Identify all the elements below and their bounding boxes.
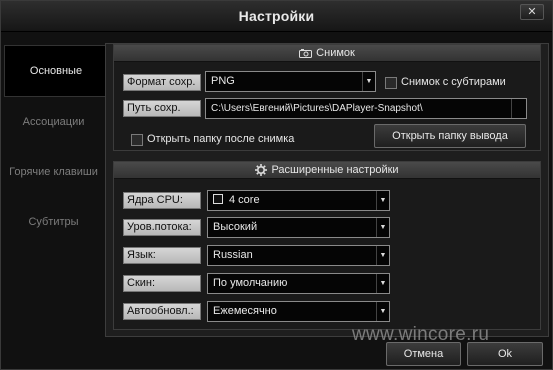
snapshot-section-header: Снимок <box>114 45 540 62</box>
settings-window: Настройки ✕ Основные Ассоциации Горячие … <box>0 0 553 370</box>
subtitles-snapshot-label: Снимок с субтирами <box>401 76 506 88</box>
chip-icon <box>213 194 223 205</box>
sidebar-item-hotkeys[interactable]: Горячие клавиши <box>1 147 106 197</box>
open-output-folder-button[interactable]: Открыть папку вывода <box>374 124 526 148</box>
skin-label: Скин: <box>123 275 201 292</box>
format-value: PNG <box>211 75 235 87</box>
chevron-down-icon: ▼ <box>376 191 389 210</box>
sidebar-item-associations[interactable]: Ассоциации <box>1 97 106 147</box>
cpu-cores-value-wrap: 4 core <box>213 191 260 210</box>
language-select[interactable]: Russian ▼ <box>207 245 390 266</box>
save-path-field[interactable]: C:\Users\Евгений\Pictures\DAPlayer-Snaps… <box>205 98 527 119</box>
close-button[interactable]: ✕ <box>520 4 544 20</box>
close-icon: ✕ <box>527 5 537 18</box>
snapshot-section-title: Снимок <box>316 47 355 59</box>
format-label: Формат сохр. <box>123 74 201 91</box>
cpu-cores-value: 4 core <box>229 194 260 206</box>
browse-button[interactable] <box>511 99 526 118</box>
camera-icon <box>299 48 313 58</box>
thread-priority-value: Высокий <box>213 221 258 233</box>
cpu-cores-label: Ядра CPU: <box>123 192 201 209</box>
chevron-down-icon: ▼ <box>362 72 375 91</box>
chevron-down-icon: ▼ <box>376 274 389 293</box>
cancel-button[interactable]: Отмена <box>386 342 461 366</box>
save-path-value: C:\Users\Евгений\Pictures\DAPlayer-Snaps… <box>211 103 423 114</box>
cpu-cores-select[interactable]: 4 core ▼ <box>207 190 390 211</box>
sidebar-item-general[interactable]: Основные <box>4 45 107 97</box>
skin-value: По умолчанию <box>213 277 288 289</box>
advanced-section-header: Расширенные настройки <box>114 162 540 179</box>
thread-priority-select[interactable]: Высокий ▼ <box>207 217 390 238</box>
ok-button[interactable]: Ok <box>467 342 543 366</box>
chevron-down-icon: ▼ <box>376 302 389 321</box>
sidebar-item-subtitles[interactable]: Субтитры <box>1 197 106 247</box>
skin-select[interactable]: По умолчанию ▼ <box>207 273 390 294</box>
auto-update-select[interactable]: Ежемесячно ▼ <box>207 301 390 322</box>
subtitles-snapshot-checkbox[interactable] <box>385 77 397 89</box>
chevron-down-icon: ▼ <box>376 246 389 265</box>
title-bar: Настройки ✕ <box>1 1 552 32</box>
chevron-down-icon: ▼ <box>376 218 389 237</box>
advanced-section-title: Расширенные настройки <box>271 164 399 176</box>
open-after-snapshot-checkbox[interactable] <box>131 134 143 146</box>
language-label: Язык: <box>123 247 201 264</box>
sidebar: Основные Ассоциации Горячие клавиши Субт… <box>1 45 107 247</box>
settings-panel: Снимок Формат сохр. PNG ▼ Снимок с субти… <box>105 43 549 337</box>
thread-priority-label: Уров.потока: <box>123 219 201 236</box>
path-label: Путь сохр. <box>123 100 201 117</box>
format-select[interactable]: PNG ▼ <box>205 71 376 92</box>
open-after-snapshot-label: Открыть папку после снимка <box>147 133 295 145</box>
auto-update-value: Ежемесячно <box>213 305 277 317</box>
auto-update-label: Автообновл.: <box>123 303 201 320</box>
language-value: Russian <box>213 249 253 261</box>
gear-icon <box>255 164 268 176</box>
window-title: Настройки <box>238 8 315 24</box>
